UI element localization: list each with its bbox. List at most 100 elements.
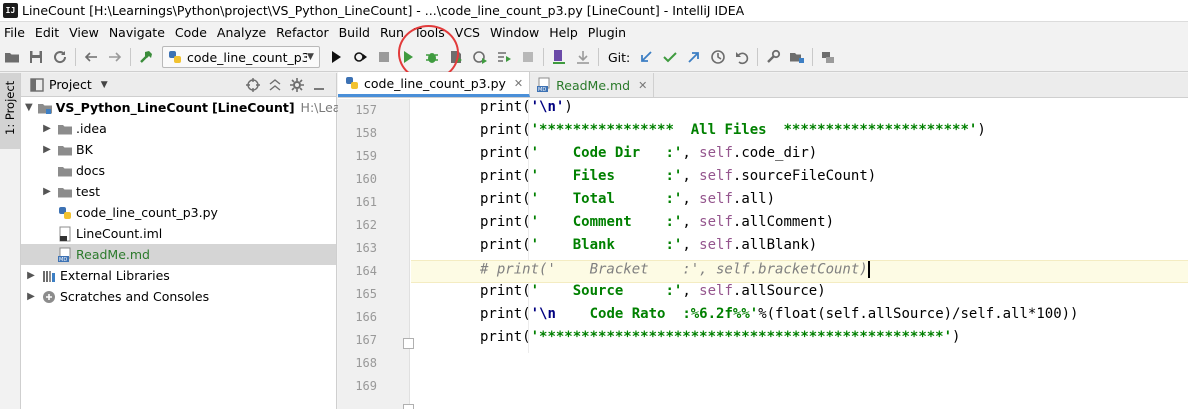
menu-window[interactable]: Window xyxy=(485,25,544,40)
code-area[interactable]: 157 158 159 160 161 162 163 164 165 166 … xyxy=(338,99,1188,409)
back-button[interactable] xyxy=(79,45,103,69)
tree-item-external-libraries[interactable]: ▶ External Libraries xyxy=(21,265,336,286)
forward-button[interactable] xyxy=(103,45,127,69)
coverage-button[interactable] xyxy=(444,45,468,69)
menu-refactor[interactable]: Refactor xyxy=(271,25,333,40)
line-number: 159 xyxy=(355,149,377,163)
debug-button[interactable] xyxy=(348,45,372,69)
bug-icon xyxy=(426,53,438,63)
build-button[interactable] xyxy=(134,45,158,69)
run-with-button[interactable] xyxy=(492,45,516,69)
git-push-button[interactable] xyxy=(682,45,706,69)
menu-navigate[interactable]: Navigate xyxy=(104,25,170,40)
shield-run-icon xyxy=(451,51,462,63)
arrow-up-right-icon xyxy=(688,52,700,63)
attach-debugger-button[interactable] xyxy=(547,45,571,69)
git-history-button[interactable] xyxy=(706,45,730,69)
close-icon[interactable]: ✕ xyxy=(514,77,523,90)
save-button[interactable] xyxy=(24,45,48,69)
tree-item-scratches[interactable]: ▶ Scratches and Consoles xyxy=(21,286,336,307)
line-number: 167 xyxy=(355,333,377,347)
tab-readme[interactable]: MD ReadMe.md ✕ xyxy=(530,73,655,97)
tab-label: ReadMe.md xyxy=(556,77,631,93)
deploy-button[interactable] xyxy=(571,45,595,69)
menu-file[interactable]: File xyxy=(0,25,30,40)
line-number-gutter[interactable]: 157 158 159 160 161 162 163 164 165 166 … xyxy=(338,99,414,409)
tree-item-root[interactable]: ▼ VS_Python_LineCount [LineCount] H:\Lea… xyxy=(21,97,379,118)
chevron-right-icon[interactable]: ▶ xyxy=(25,291,37,303)
open-folder-button[interactable] xyxy=(0,45,24,69)
project-panel-title[interactable]: Project xyxy=(49,77,92,92)
left-tool-strip: 1: Project xyxy=(0,73,21,409)
debug-green-button[interactable] xyxy=(420,45,444,69)
undo-icon xyxy=(736,52,749,65)
menu-code[interactable]: Code xyxy=(170,25,212,40)
run-config-dropdown[interactable]: code_line_count_p3 ▼ xyxy=(162,46,320,68)
tree-item-test[interactable]: ▶ test xyxy=(21,181,336,202)
run-button[interactable] xyxy=(324,45,348,69)
git-commit-button[interactable] xyxy=(658,45,682,69)
tab-code-line-count[interactable]: code_line_count_p3.py ✕ xyxy=(338,72,531,97)
chevron-right-icon[interactable]: ▶ xyxy=(25,270,37,282)
line-number: 168 xyxy=(355,356,377,370)
locate-file-button[interactable] xyxy=(242,76,264,94)
sync-button[interactable] xyxy=(48,45,72,69)
line-number: 163 xyxy=(355,241,377,255)
menu-analyze[interactable]: Analyze xyxy=(212,25,271,40)
library-icon xyxy=(43,270,55,282)
run-green-button[interactable] xyxy=(396,45,420,69)
chevron-right-icon[interactable]: ▶ xyxy=(41,144,53,156)
python-file-icon xyxy=(346,77,358,89)
editor-panel: code_line_count_p3.py ✕ MD ReadMe.md ✕ 1… xyxy=(338,72,1188,409)
title-bar: IJ LineCount [H:\Learnings\Python\projec… xyxy=(0,0,1188,22)
menu-vcs[interactable]: VCS xyxy=(450,25,485,40)
chevron-right-icon[interactable]: ▶ xyxy=(41,186,53,198)
attach-icon xyxy=(553,50,565,64)
tree-item-iml-file[interactable]: LineCount.iml xyxy=(21,223,336,244)
line-number: 164 xyxy=(355,264,377,278)
checkmark-icon xyxy=(663,52,677,63)
profile-button[interactable] xyxy=(468,45,492,69)
chevron-down-icon: ▼ xyxy=(307,52,314,62)
project-structure-button[interactable] xyxy=(785,45,809,69)
chevron-down-icon[interactable]: ▼ xyxy=(101,80,108,90)
close-icon[interactable]: ✕ xyxy=(638,79,647,92)
git-rollback-button[interactable] xyxy=(730,45,754,69)
stop-button[interactable] xyxy=(372,45,396,69)
collapse-all-button[interactable] xyxy=(264,76,286,94)
fold-marker-icon[interactable] xyxy=(403,404,414,409)
stop-gray-button[interactable] xyxy=(516,45,540,69)
refresh-icon xyxy=(54,51,67,64)
menu-tools[interactable]: Tools xyxy=(409,25,450,40)
project-tool-tab[interactable]: 1: Project xyxy=(0,73,20,149)
project-tool-tab-label: 1: Project xyxy=(3,80,17,135)
settings-button[interactable] xyxy=(761,45,785,69)
git-update-button[interactable] xyxy=(634,45,658,69)
tree-item-readme[interactable]: MD ReadMe.md xyxy=(21,244,336,265)
menu-bar: File Edit View Navigate Code Analyze Ref… xyxy=(0,22,1188,43)
folder-icon xyxy=(58,145,72,155)
line-number: 166 xyxy=(355,310,377,324)
menu-edit[interactable]: Edit xyxy=(30,25,64,40)
chevron-down-icon[interactable]: ▼ xyxy=(25,102,33,114)
hide-panel-button[interactable] xyxy=(308,76,330,94)
gear-icon xyxy=(290,78,304,92)
sdk-manager-button[interactable] xyxy=(816,45,840,69)
menu-plugin[interactable]: Plugin xyxy=(583,25,631,40)
panel-settings-button[interactable] xyxy=(286,76,308,94)
menu-view[interactable]: View xyxy=(64,25,104,40)
module-folder-icon xyxy=(37,103,52,114)
tree-item-bk[interactable]: ▶ BK xyxy=(21,139,336,160)
server-icon xyxy=(822,52,835,63)
folder-icon xyxy=(5,53,19,63)
main-toolbar: code_line_count_p3 ▼ Git: xyxy=(0,43,1188,72)
menu-help[interactable]: Help xyxy=(544,25,583,40)
menu-run[interactable]: Run xyxy=(375,25,409,40)
menu-build[interactable]: Build xyxy=(334,25,375,40)
tree-item-py-file[interactable]: code_line_count_p3.py xyxy=(21,202,336,223)
tree-item-label: External Libraries xyxy=(60,268,170,283)
tree-item-docs[interactable]: docs xyxy=(21,160,336,181)
tree-item-label: ReadMe.md xyxy=(76,247,150,262)
tree-item-idea[interactable]: ▶ .idea xyxy=(21,118,336,139)
chevron-right-icon[interactable]: ▶ xyxy=(41,123,53,135)
